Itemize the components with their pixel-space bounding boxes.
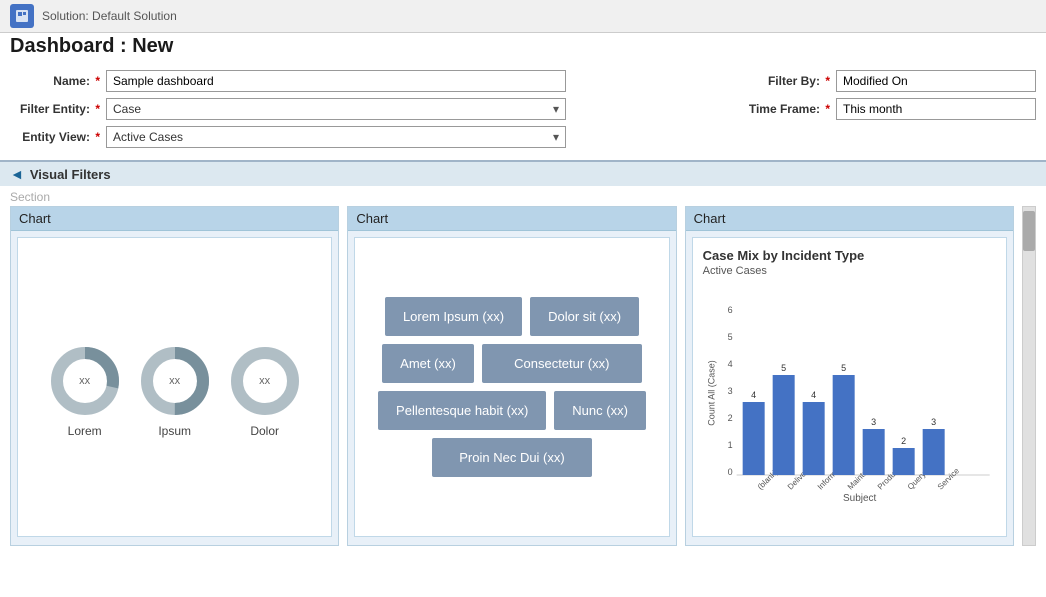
- scrollbar-thumb[interactable]: [1023, 211, 1035, 251]
- visual-filters-header: ◄ Visual Filters: [0, 162, 1046, 186]
- filter-by-label: Filter By: *: [740, 74, 830, 88]
- donut-label-2: Ipsum: [158, 424, 191, 438]
- bar-delivery: [772, 375, 794, 475]
- form-left-col: Name: * Filter Entity: * Case ▾ Entity V…: [10, 70, 566, 148]
- donut-item-1: xx Lorem: [50, 346, 120, 438]
- donut-label-1: Lorem: [68, 424, 102, 438]
- donut-circle-1: xx: [50, 346, 120, 416]
- svg-text:0: 0: [727, 467, 732, 477]
- tiles-row-1: Lorem Ipsum (xx) Dolor sit (xx): [385, 297, 639, 336]
- chart2-body: Lorem Ipsum (xx) Dolor sit (xx) Amet (xx…: [354, 237, 669, 537]
- donut-area: xx Lorem: [28, 326, 321, 448]
- svg-text:4: 4: [727, 359, 732, 369]
- bar-information: [802, 402, 824, 475]
- solution-label: Solution: Default Solution: [42, 9, 177, 23]
- chart-card-1: Chart: [10, 206, 339, 546]
- svg-text:2: 2: [727, 413, 732, 423]
- bar-maintenance: [832, 375, 854, 475]
- entity-view-row: Entity View: * Active Cases ▾: [10, 126, 566, 148]
- svg-text:5: 5: [841, 363, 846, 373]
- donut-xx-1: xx: [79, 375, 90, 387]
- name-input[interactable]: [106, 70, 566, 92]
- bar-chart-svg: Count All (Case) 6 5 4 3 2 1 0: [703, 283, 996, 503]
- svg-text:Count All (Case): Count All (Case): [706, 360, 716, 426]
- visual-filters-section: ◄ Visual Filters Section Chart: [0, 160, 1046, 546]
- section-sub-label: Section: [10, 186, 1036, 206]
- charts-outer-row: Chart: [10, 206, 1036, 546]
- charts-row: Chart: [10, 206, 1014, 546]
- svg-text:5: 5: [781, 363, 786, 373]
- tile-pellentesque[interactable]: Pellentesque habit (xx): [378, 391, 546, 430]
- filter-entity-label: Filter Entity: *: [10, 102, 100, 116]
- solution-icon: [10, 4, 34, 28]
- chart-card-3: Chart Case Mix by Incident Type Active C…: [685, 206, 1014, 546]
- donut-circle-2: xx: [140, 346, 210, 416]
- form-spacer: [586, 70, 720, 148]
- entity-view-label: Entity View: *: [10, 130, 100, 144]
- svg-text:1: 1: [727, 440, 732, 450]
- time-frame-input[interactable]: [836, 98, 1036, 120]
- svg-text:5: 5: [727, 332, 732, 342]
- donut-circle-3: xx: [230, 346, 300, 416]
- svg-text:4: 4: [811, 390, 816, 400]
- form-right-col: Filter By: * Time Frame: *: [740, 70, 1036, 148]
- name-row: Name: *: [10, 70, 566, 92]
- bar-chart-title: Case Mix by Incident Type: [703, 248, 996, 263]
- chart2-header: Chart: [348, 207, 675, 231]
- svg-text:4: 4: [751, 390, 756, 400]
- donut-item-3: xx Dolor: [230, 346, 300, 438]
- tiles-row-2: Amet (xx) Consectetur (xx): [382, 344, 642, 383]
- chart1-header: Chart: [11, 207, 338, 231]
- donuts-row: xx Lorem: [50, 346, 300, 438]
- chart3-header: Chart: [686, 207, 1013, 231]
- filter-by-row: Filter By: *: [740, 70, 1036, 92]
- donut-label-3: Dolor: [250, 424, 279, 438]
- entity-view-select[interactable]: Active Cases ▾: [106, 126, 566, 148]
- filter-entity-select[interactable]: Case ▾: [106, 98, 566, 120]
- visual-filters-label: Visual Filters: [30, 167, 111, 182]
- bar-blank: [742, 402, 764, 475]
- tiles-area: Lorem Ipsum (xx) Dolor sit (xx) Amet (xx…: [365, 287, 658, 487]
- chart-card-2: Chart Lorem Ipsum (xx) Dolor sit (xx) Am…: [347, 206, 676, 546]
- name-label: Name: *: [10, 74, 100, 88]
- donut-xx-3: xx: [259, 375, 270, 387]
- time-frame-label: Time Frame: *: [740, 102, 830, 116]
- svg-text:3: 3: [871, 417, 876, 427]
- form-area: Name: * Filter Entity: * Case ▾ Entity V…: [0, 64, 1046, 154]
- chart3-inner: Case Mix by Incident Type Active Cases C…: [703, 248, 996, 506]
- bar-products: [862, 429, 884, 475]
- vertical-scrollbar[interactable]: [1022, 206, 1036, 546]
- donut-item-2: xx Ipsum: [140, 346, 210, 438]
- svg-text:6: 6: [727, 305, 732, 315]
- tiles-row-4: Proin Nec Dui (xx): [432, 438, 592, 477]
- tile-lorem-ipsum[interactable]: Lorem Ipsum (xx): [385, 297, 522, 336]
- tiles-row-3: Pellentesque habit (xx) Nunc (xx): [378, 391, 646, 430]
- svg-text:Subject: Subject: [843, 493, 877, 503]
- svg-text:3: 3: [931, 417, 936, 427]
- chart3-body: Case Mix by Incident Type Active Cases C…: [692, 237, 1007, 537]
- solution-bar: Solution: Default Solution: [0, 0, 1046, 33]
- section-toggle-icon[interactable]: ◄: [10, 166, 24, 182]
- charts-area: Section Chart: [0, 186, 1046, 546]
- tile-proin[interactable]: Proin Nec Dui (xx): [432, 438, 592, 477]
- tile-amet[interactable]: Amet (xx): [382, 344, 474, 383]
- svg-text:3: 3: [727, 386, 732, 396]
- donut-xx-2: xx: [169, 375, 180, 387]
- filter-by-input[interactable]: [836, 70, 1036, 92]
- filter-entity-row: Filter Entity: * Case ▾: [10, 98, 566, 120]
- tile-dolor-sit[interactable]: Dolor sit (xx): [530, 297, 639, 336]
- page-title: Dashboard : New: [0, 33, 1046, 64]
- bar-service: [922, 429, 944, 475]
- chevron-down-icon: ▾: [553, 130, 559, 144]
- time-frame-row: Time Frame: *: [740, 98, 1036, 120]
- bar-chart-subtitle: Active Cases: [703, 265, 996, 277]
- chevron-down-icon: ▾: [553, 102, 559, 116]
- bar-query: [892, 448, 914, 475]
- tile-consectetur[interactable]: Consectetur (xx): [482, 344, 642, 383]
- svg-text:2: 2: [901, 436, 906, 446]
- tile-nunc[interactable]: Nunc (xx): [554, 391, 646, 430]
- chart1-body: xx Lorem: [17, 237, 332, 537]
